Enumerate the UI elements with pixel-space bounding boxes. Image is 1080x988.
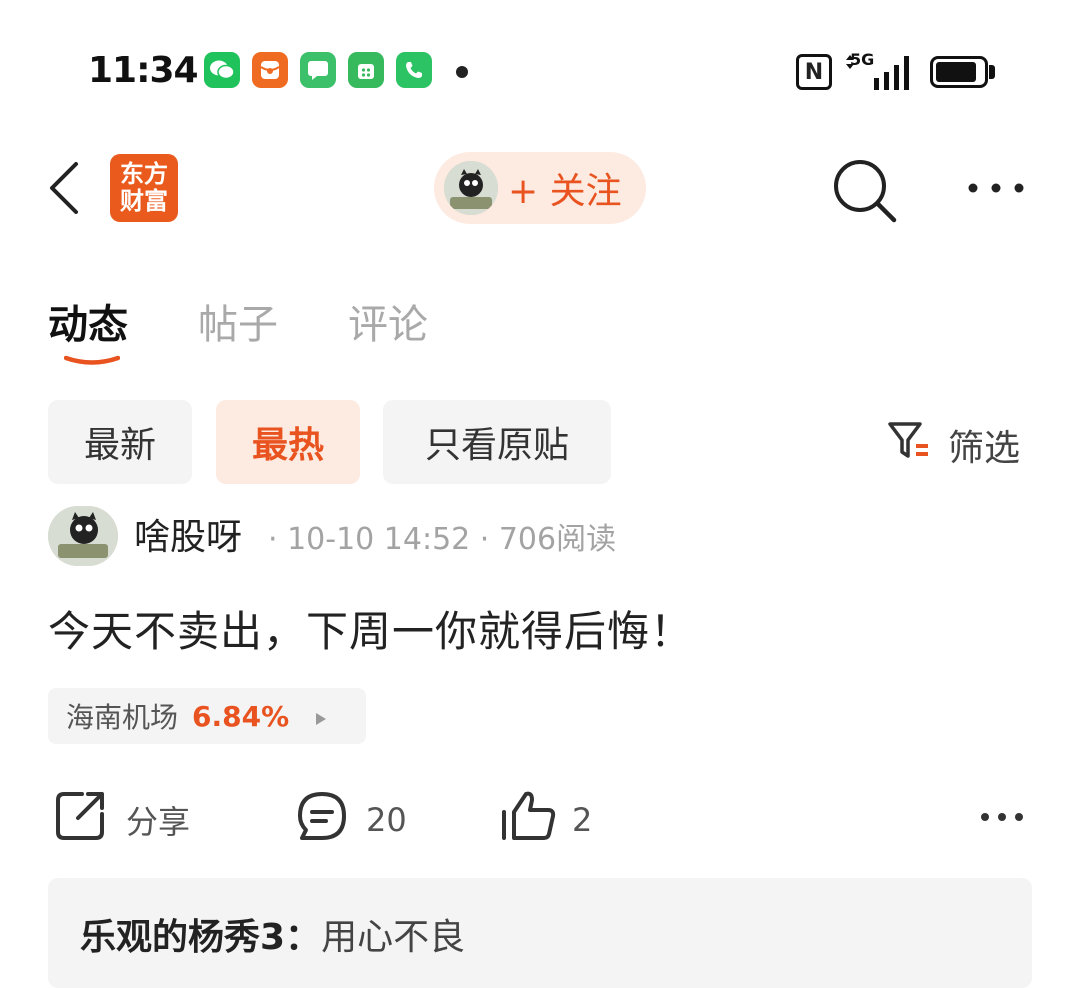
author-name[interactable]: 啥股呀 <box>134 508 242 560</box>
avatar <box>444 161 498 215</box>
filter-hottest[interactable]: 最热 <box>216 400 360 484</box>
message-icon <box>300 52 336 88</box>
share-label: 分享 <box>126 803 191 841</box>
stock-name: 海南机场 <box>66 701 179 734</box>
red-packet-icon <box>252 52 288 88</box>
app-logo: 东方 财富 <box>110 154 178 222</box>
data-arrows-icon <box>846 54 854 73</box>
comment-icon <box>294 788 350 852</box>
search-icon[interactable] <box>830 158 900 228</box>
share-button[interactable]: 分享 <box>52 788 190 852</box>
filter-funnel-icon <box>886 418 934 471</box>
active-tab-indicator <box>63 350 121 365</box>
filter-latest[interactable]: 最新 <box>48 400 192 484</box>
back-arrow-icon[interactable] <box>44 160 84 220</box>
post-content[interactable]: 今天不卖出，下周一你就得后悔！ <box>48 598 693 659</box>
like-button[interactable]: 2 <box>500 788 592 852</box>
filter-label: 筛选 <box>948 427 1021 469</box>
post-meta: · 10-10 14:52 · 706阅读 <box>268 522 617 557</box>
like-count: 2 <box>572 801 593 839</box>
stock-change: 6.84% <box>192 699 290 733</box>
tab-comments[interactable]: 评论 <box>348 292 428 350</box>
battery-icon <box>930 56 988 88</box>
filter-button[interactable]: 筛选 <box>886 418 1020 471</box>
wechat-icon <box>204 52 240 88</box>
follow-label: + 关注 <box>508 171 622 212</box>
notification-more-dot <box>456 66 468 78</box>
stock-tag[interactable]: 海南机场 6.84% <box>48 688 366 744</box>
more-options-icon[interactable] <box>966 180 1026 199</box>
top-comment-preview[interactable]: 乐观的杨秀3：用心不良 <box>48 878 1032 988</box>
comment-text: 用心不良 <box>321 917 466 958</box>
filter-original-only[interactable]: 只看原贴 <box>383 400 611 484</box>
battery-tip <box>989 65 995 79</box>
logo-line1: 东方 <box>120 160 168 188</box>
phone-icon <box>396 52 432 88</box>
author-avatar[interactable] <box>48 506 118 566</box>
tab-posts[interactable]: 帖子 <box>198 292 278 350</box>
post-more-icon[interactable] <box>980 808 1024 827</box>
app-store-icon <box>348 52 384 88</box>
comment-button[interactable]: 20 <box>294 788 407 852</box>
comment-count: 20 <box>366 801 407 839</box>
logo-line2: 财富 <box>120 187 168 215</box>
follow-button[interactable]: + 关注 <box>434 152 646 224</box>
nfc-icon: N <box>796 54 832 90</box>
chevron-right-icon <box>315 700 327 733</box>
status-time: 11:34 <box>88 50 199 91</box>
signal-icon <box>874 56 914 90</box>
thumbs-up-icon <box>500 788 558 852</box>
comment-user[interactable]: 乐观的杨秀3： <box>80 917 321 958</box>
tab-dynamic[interactable]: 动态 <box>48 292 128 350</box>
share-icon <box>52 788 108 852</box>
